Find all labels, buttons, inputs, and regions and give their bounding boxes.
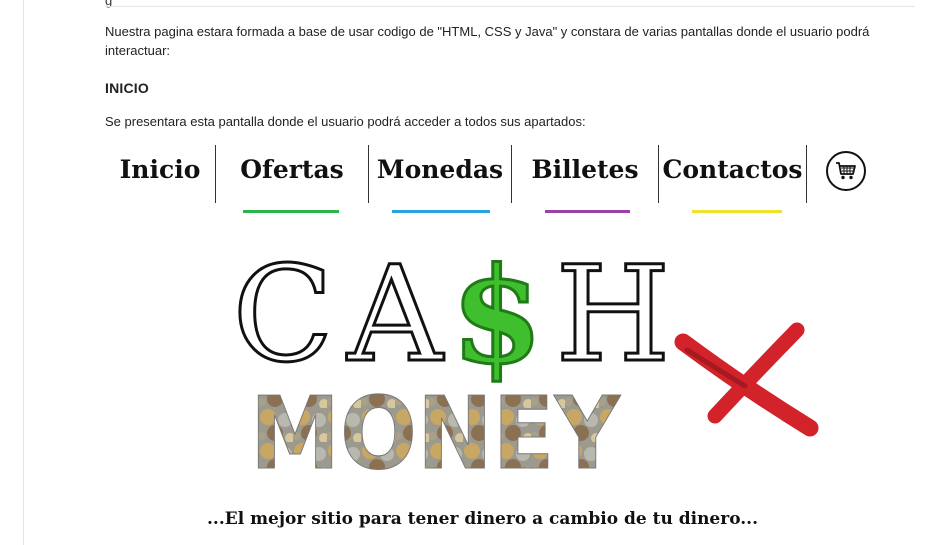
section-heading: INICIO [105,80,149,96]
nav-item-inicio[interactable]: Inicio [105,141,215,221]
shopping-cart-icon[interactable] [826,151,866,191]
page-left-border [23,0,24,545]
logo-letter-c: C [233,238,334,392]
logo-letter-h: H [555,238,670,392]
nav-underline-ofertas [243,210,339,213]
nav-item-monedas[interactable]: Monedas [369,141,511,221]
nav-label-ofertas: Ofertas [240,155,344,184]
logo-word-money: MONEY [250,375,621,488]
site-nav-mockup: Inicio Ofertas Monedas Billetes Contacto… [105,141,885,221]
cash-money-logo: C A $ H MONEY [231,238,819,488]
logo-letter-a: A [346,238,444,392]
nav-label-billetes: Billetes [531,155,639,184]
nav-separator [806,145,807,203]
nav-item-ofertas[interactable]: Ofertas [216,141,368,221]
nav-underline-contactos [692,210,782,213]
nav-underline-billetes [545,210,630,213]
nav-label-contactos: Contactos [662,155,803,184]
nav-label-monedas: Monedas [376,155,504,184]
nav-label-inicio: Inicio [119,155,201,184]
nav-underline-monedas [392,210,490,213]
section-description: Se presentara esta pantalla donde el usu… [105,114,586,129]
logo-dollar-sign: $ [451,239,543,394]
intro-paragraph: Nuestra pagina estara formada a base de … [105,24,870,58]
top-divider [105,6,915,7]
nav-item-contactos[interactable]: Contactos [659,141,806,221]
nav-item-billetes[interactable]: Billetes [512,141,658,221]
red-x-icon [674,322,819,437]
tagline: ...El mejor sitio para tener dinero a ca… [206,509,758,529]
